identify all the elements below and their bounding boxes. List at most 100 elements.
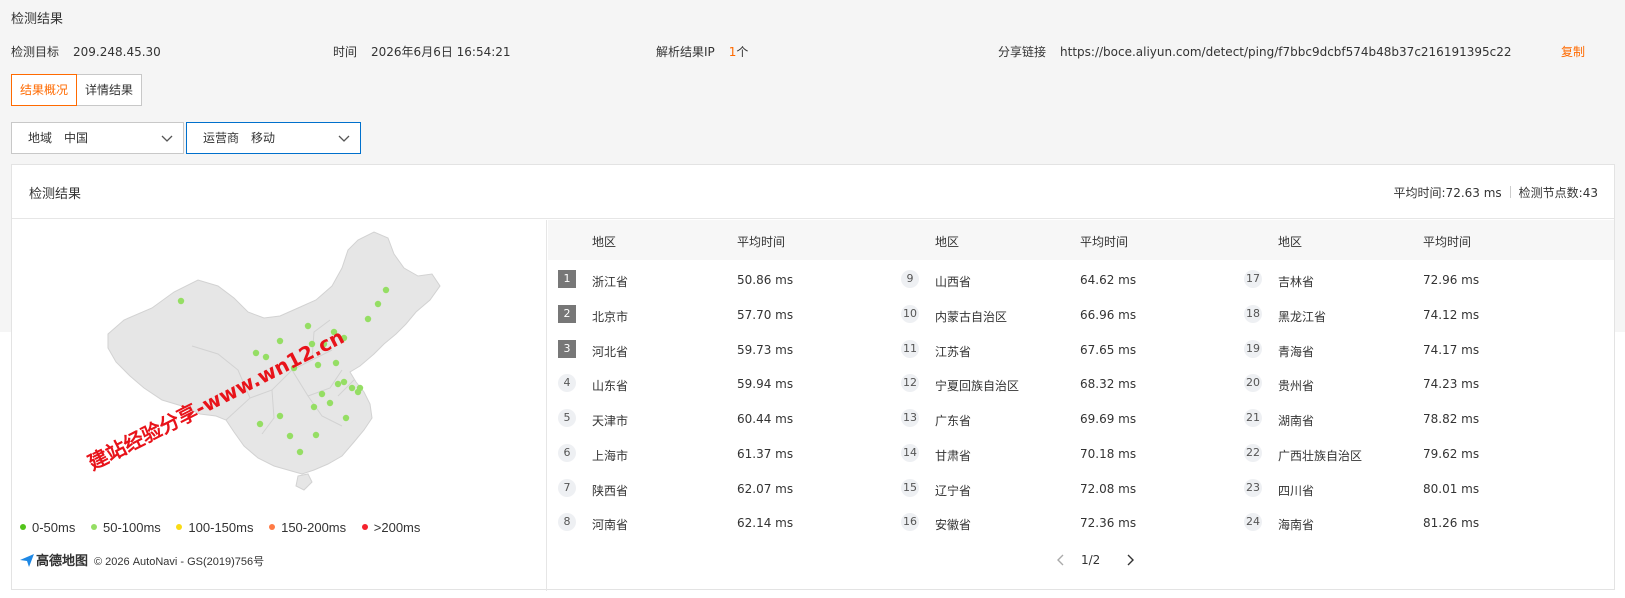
tab-details[interactable]: 详情结果 xyxy=(77,74,143,106)
row-avg-time: 62.07 ms xyxy=(737,481,794,496)
row-avg-time: 72.08 ms xyxy=(1080,481,1137,496)
rank-badge: 9 xyxy=(901,270,919,288)
probe-dot[interactable] xyxy=(312,431,320,439)
time-label: 时间 xyxy=(333,45,358,59)
tab-overview[interactable]: 结果概况 xyxy=(11,74,78,106)
share-meta: 分享链接 https://boce.aliyun.com/detect/ping/… xyxy=(998,43,1512,60)
legend-dot xyxy=(361,524,368,530)
row-region: 吉林省 xyxy=(1278,275,1315,289)
rank-badge: 23 xyxy=(1244,478,1262,497)
result-table: 地区 平均时间 地区 平均时间 地区 平均时间 1 浙江省 50.86 ms 2 北京市… xyxy=(548,220,1614,591)
region-select[interactable]: 地域 中国 xyxy=(11,122,184,154)
row-avg-time: 68.32 ms xyxy=(1080,377,1137,392)
chevron-down-icon xyxy=(161,135,173,142)
rank-badge: 14 xyxy=(901,443,919,462)
map-legend: 0-50ms 50-100ms 100-150ms 150-200ms >200… xyxy=(20,520,432,535)
chevron-left-icon[interactable] xyxy=(1056,554,1066,566)
rank-badge: 22 xyxy=(1244,443,1262,462)
probe-dot[interactable] xyxy=(318,390,326,398)
legend-label: >200ms xyxy=(373,520,421,535)
share-url[interactable]: https://boce.aliyun.com/detect/ping/f7bb… xyxy=(1060,45,1511,59)
row-avg-time: 78.82 ms xyxy=(1423,412,1480,426)
probe-dot[interactable] xyxy=(310,403,318,411)
row-avg-time: 80.01 ms xyxy=(1423,481,1480,496)
rank-badge: 1 xyxy=(558,270,576,288)
panel-title: 检测结果 xyxy=(29,187,82,202)
row-avg-time: 60.44 ms xyxy=(737,412,794,426)
probe-dot[interactable] xyxy=(177,297,185,305)
row-region: 内蒙古自治区 xyxy=(935,309,1008,324)
legend-item-100-150: 100-150ms xyxy=(176,520,253,535)
row-avg-time: 79.62 ms xyxy=(1423,446,1480,461)
probe-dot[interactable] xyxy=(256,420,264,428)
rank-badge: 24 xyxy=(1244,513,1262,532)
rank-badge: 6 xyxy=(558,443,576,462)
probe-dot[interactable] xyxy=(340,378,348,386)
map-area[interactable]: 建站经验分享-www.wn12.cn 0-50ms 50-100ms 100-1… xyxy=(12,220,547,591)
legend-item-50-100: 50-100ms xyxy=(90,520,161,535)
ip-unit: 个 xyxy=(736,45,749,59)
col-header-avg: 平均时间 xyxy=(737,235,786,249)
probe-dot[interactable] xyxy=(276,412,284,420)
row-region: 黑龙江省 xyxy=(1278,309,1327,324)
copy-button[interactable]: 复制 xyxy=(1561,43,1585,60)
rank-badge: 16 xyxy=(901,513,919,532)
row-region: 海南省 xyxy=(1278,518,1315,533)
result-tabs: 结果概况 详情结果 xyxy=(11,74,143,106)
row-avg-time: 74.17 ms xyxy=(1423,342,1480,357)
probe-dot[interactable] xyxy=(304,322,312,330)
target-value: 209.248.45.30 xyxy=(73,45,161,59)
rank-badge: 11 xyxy=(901,339,919,358)
row-avg-time: 74.12 ms xyxy=(1423,307,1480,322)
table-header: 地区 平均时间 地区 平均时间 地区 平均时间 xyxy=(548,220,1614,260)
target-meta: 检测目标 209.248.45.30 xyxy=(11,43,161,60)
probe-dot[interactable] xyxy=(348,384,356,392)
row-avg-time: 74.23 ms xyxy=(1423,377,1480,392)
isp-select[interactable]: 运营商 移动 xyxy=(186,122,361,154)
row-region: 辽宁省 xyxy=(935,483,972,498)
row-region: 天津市 xyxy=(592,414,629,428)
probe-dot[interactable] xyxy=(342,414,350,422)
row-avg-time: 59.94 ms xyxy=(737,377,794,392)
rank-badge: 21 xyxy=(1244,409,1262,427)
col-header-region: 地区 xyxy=(592,235,617,249)
chevron-right-icon[interactable] xyxy=(1125,554,1135,566)
amap-logo-icon xyxy=(20,554,34,567)
probe-dot[interactable] xyxy=(364,315,372,323)
row-region: 安徽省 xyxy=(935,518,972,533)
row-region: 山西省 xyxy=(935,275,972,289)
legend-dot xyxy=(90,524,97,530)
row-region: 甘肃省 xyxy=(935,448,972,463)
probe-dot[interactable] xyxy=(354,388,362,396)
row-region: 江苏省 xyxy=(935,344,972,359)
row-avg-time: 50.86 ms xyxy=(737,273,794,287)
rank-badge: 5 xyxy=(558,409,576,427)
row-avg-time: 70.18 ms xyxy=(1080,446,1137,461)
legend-label: 100-150ms xyxy=(188,520,254,535)
rank-badge: 2 xyxy=(558,304,576,323)
probe-dot[interactable] xyxy=(286,432,294,440)
rank-badge: 20 xyxy=(1244,374,1262,393)
row-avg-time: 64.62 ms xyxy=(1080,273,1137,287)
probe-dot[interactable] xyxy=(334,380,342,388)
row-region: 四川省 xyxy=(1278,483,1315,498)
probe-dot[interactable] xyxy=(332,359,340,367)
target-label: 检测目标 xyxy=(11,45,60,59)
probe-dot[interactable] xyxy=(326,399,334,407)
rank-badge: 7 xyxy=(558,478,576,497)
probe-dot[interactable] xyxy=(276,337,284,345)
row-avg-time: 69.69 ms xyxy=(1080,412,1137,426)
probe-dot[interactable] xyxy=(374,300,382,308)
share-label: 分享链接 xyxy=(998,45,1047,59)
rank-badge: 12 xyxy=(901,374,919,393)
row-region: 广东省 xyxy=(935,414,972,428)
probe-dot[interactable] xyxy=(296,448,304,456)
china-map[interactable] xyxy=(12,220,546,591)
panel-header: 检测结果 平均时间:72.63 ms 检测节点数:43 xyxy=(12,165,1614,219)
row-region: 贵州省 xyxy=(1278,379,1315,394)
legend-label: 0-50ms xyxy=(32,520,76,535)
probe-dot[interactable] xyxy=(252,349,260,357)
probe-dot[interactable] xyxy=(382,286,390,294)
time-value: 2026年6月6日 16:54:21 xyxy=(371,45,511,59)
row-avg-time: 67.65 ms xyxy=(1080,342,1137,357)
